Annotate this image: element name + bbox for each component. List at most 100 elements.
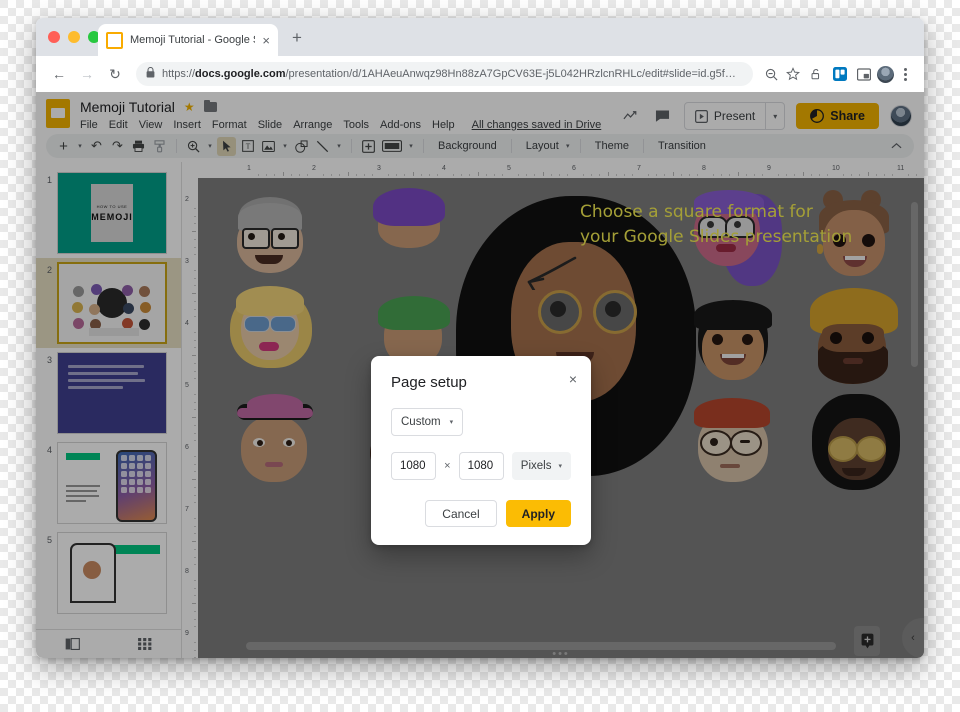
slide-number: 3 xyxy=(46,355,52,365)
profile-avatar[interactable] xyxy=(877,65,894,83)
menu-edit[interactable]: Edit xyxy=(109,119,128,131)
video-dropdown-icon[interactable]: ▾ xyxy=(406,142,416,150)
slide-thumbnail-3[interactable]: 3 xyxy=(36,348,181,438)
ruler-minor-tick xyxy=(194,269,196,271)
new-tab-button[interactable]: + xyxy=(286,27,308,49)
minimize-window-button[interactable] xyxy=(68,31,80,43)
ruler-minor-tick xyxy=(810,174,812,176)
zoom-out-icon[interactable] xyxy=(761,64,781,84)
ruler-major-tick xyxy=(347,172,349,176)
line-icon[interactable] xyxy=(313,137,332,156)
canvas-vertical-scrollbar[interactable] xyxy=(911,202,918,367)
menu-addons[interactable]: Add-ons xyxy=(380,119,421,131)
present-button-group[interactable]: Present ▾ xyxy=(683,102,786,130)
background-button[interactable]: Background xyxy=(431,140,504,152)
ruler-minor-tick xyxy=(194,223,196,225)
chevron-down-icon: ▾ xyxy=(449,419,454,426)
window-controls[interactable] xyxy=(48,31,100,43)
trello-icon[interactable] xyxy=(829,63,851,85)
ruler-minor-tick xyxy=(194,556,196,558)
drag-dots-icon[interactable]: ••• xyxy=(552,649,570,659)
present-dropdown-icon[interactable]: ▾ xyxy=(765,103,784,129)
menu-view[interactable]: View xyxy=(139,119,163,131)
height-input[interactable]: 1080 xyxy=(458,452,504,480)
ruler-minor-tick xyxy=(753,174,755,176)
folder-icon[interactable] xyxy=(203,99,217,112)
ruler-minor-tick xyxy=(599,174,601,176)
memoji-face xyxy=(231,394,319,484)
canvas-horizontal-scrollbar[interactable] xyxy=(246,642,836,650)
user-avatar[interactable] xyxy=(890,105,912,127)
menu-tools[interactable]: Tools xyxy=(343,119,369,131)
slide-thumbnail-2[interactable]: 2 xyxy=(36,258,181,348)
close-tab-icon[interactable]: × xyxy=(262,34,270,47)
new-slide-dropdown-icon[interactable]: ▾ xyxy=(75,142,85,150)
menu-slide[interactable]: Slide xyxy=(258,119,282,131)
image-dropdown-icon[interactable]: ▾ xyxy=(280,142,290,150)
slide-list[interactable]: 1 HOW TO USE MEMOJI 2 3 4 5 xyxy=(36,162,181,630)
add-comment-icon[interactable] xyxy=(359,137,378,156)
menu-format[interactable]: Format xyxy=(212,119,247,131)
filmstrip-bottom-bar xyxy=(36,629,181,658)
browser-tab[interactable]: Memoji Tutorial - Google Slides × xyxy=(98,24,278,56)
transition-button[interactable]: Transition xyxy=(651,140,713,152)
cursor-icon[interactable] xyxy=(217,136,236,156)
zoom-icon[interactable] xyxy=(184,137,203,156)
star-icon[interactable]: ★ xyxy=(184,100,195,114)
document-title[interactable]: Memoji Tutorial xyxy=(80,99,175,115)
star-icon[interactable] xyxy=(783,64,803,84)
present-button[interactable]: Present xyxy=(685,103,765,129)
slide-thumbnail-4[interactable]: 4 xyxy=(36,438,181,528)
slide-thumbnail-1[interactable]: 1 HOW TO USE MEMOJI xyxy=(36,168,181,258)
address-bar[interactable]: https://docs.google.com/presentation/d/1… xyxy=(136,62,753,86)
layout-button[interactable]: Layout xyxy=(519,140,561,152)
paint-format-icon[interactable] xyxy=(150,137,169,156)
open-lock-icon[interactable] xyxy=(805,63,827,85)
theme-button[interactable]: Theme xyxy=(588,140,636,152)
line-dropdown-icon[interactable]: ▾ xyxy=(334,142,344,150)
comment-icon[interactable] xyxy=(653,106,673,126)
chevron-up-icon[interactable] xyxy=(887,137,906,156)
width-input[interactable]: 1080 xyxy=(391,452,437,480)
new-slide-button[interactable]: + xyxy=(54,137,73,156)
filmstrip-view-icon[interactable] xyxy=(36,638,109,650)
zoom-dropdown-icon[interactable]: ▾ xyxy=(205,142,215,150)
preset-select[interactable]: Custom ▾ xyxy=(391,408,464,436)
menu-help[interactable]: Help xyxy=(432,119,455,131)
image-icon[interactable] xyxy=(259,137,278,156)
redo-icon[interactable]: ↷ xyxy=(108,137,127,156)
undo-icon[interactable]: ↶ xyxy=(87,137,106,156)
back-icon[interactable]: ← xyxy=(46,61,72,87)
print-icon[interactable] xyxy=(129,137,148,156)
cancel-button[interactable]: Cancel xyxy=(425,500,497,527)
ruler-minor-tick xyxy=(194,548,196,550)
grid-view-icon[interactable] xyxy=(109,638,182,650)
ruler-minor-tick xyxy=(696,174,698,176)
page-setup-dialog[interactable]: Page setup × Custom ▾ 1080 × 1080 Pixels… xyxy=(371,356,591,545)
share-button[interactable]: Share xyxy=(796,103,879,129)
ruler-minor-tick xyxy=(583,174,585,176)
chevron-left-icon[interactable]: ‹ xyxy=(902,618,924,658)
close-window-button[interactable] xyxy=(48,31,60,43)
apply-button[interactable]: Apply xyxy=(505,500,571,527)
ruler-minor-tick xyxy=(745,174,747,176)
unit-select[interactable]: Pixels ▾ xyxy=(511,452,571,480)
slide-thumbnail-5[interactable]: 5 xyxy=(36,528,181,618)
ruler-minor-tick xyxy=(194,362,196,364)
textbox-icon[interactable]: T xyxy=(238,137,257,156)
close-icon[interactable]: × xyxy=(569,372,577,386)
speaker-notes-icon[interactable] xyxy=(854,626,880,656)
forward-icon[interactable]: → xyxy=(74,61,100,87)
menu-arrange[interactable]: Arrange xyxy=(293,119,332,131)
activity-chart-icon[interactable] xyxy=(622,106,642,126)
layout-dropdown-icon[interactable]: ▾ xyxy=(563,142,573,150)
reload-icon[interactable]: ↻ xyxy=(102,61,128,87)
ruler-major-tick xyxy=(867,172,869,176)
kebab-menu-icon[interactable] xyxy=(896,67,914,81)
shape-icon[interactable] xyxy=(292,137,311,156)
pip-icon[interactable] xyxy=(853,63,875,85)
video-icon[interactable] xyxy=(380,137,404,156)
save-status[interactable]: All changes saved in Drive xyxy=(472,119,602,131)
menu-insert[interactable]: Insert xyxy=(173,119,201,131)
menu-file[interactable]: File xyxy=(80,119,98,131)
